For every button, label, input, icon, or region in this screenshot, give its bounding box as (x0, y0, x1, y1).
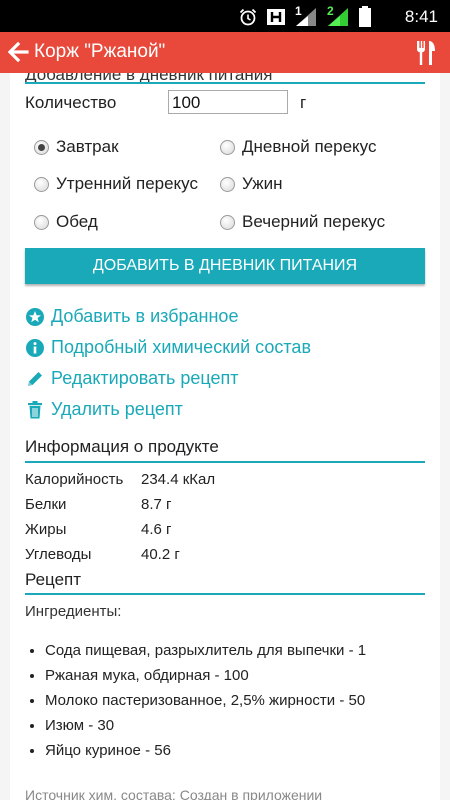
meal-label: Утренний перекус (56, 174, 198, 193)
meal-label: Ужин (242, 174, 283, 193)
chemical-composition-link[interactable]: Подробный химический состав (25, 337, 311, 358)
alarm-icon (239, 8, 257, 26)
ingredients-list: Сода пищевая, разрыхлитель для выпечки -… (25, 638, 366, 763)
sim1-label: 1 (295, 4, 302, 18)
star-circle-icon (26, 307, 44, 326)
radio-unselected-icon[interactable] (220, 214, 235, 230)
clock: 8:41 (404, 7, 438, 26)
list-item: Молоко пастеризованное, 2,5% жирности - … (45, 688, 366, 713)
screen-title: Корж "Ржаной" (34, 41, 166, 62)
nutrient-value: 234.4 кКал (141, 471, 216, 488)
list-item: Яйцо куриное - 56 (45, 738, 366, 763)
radio-unselected-icon[interactable] (220, 176, 235, 192)
sim2-label: 2 (327, 4, 334, 18)
meal-radio-dinner[interactable]: Ужин (220, 174, 283, 194)
meal-label: Вечерний перекус (242, 212, 386, 231)
nutrient-label: Жиры (25, 521, 67, 538)
radio-selected-icon[interactable] (34, 139, 49, 155)
ingredients-label: Ингредиенты: (25, 603, 122, 620)
meal-label: Завтрак (56, 137, 119, 156)
meal-radio-afternoon-snack[interactable]: Дневной перекус (220, 137, 376, 157)
meal-radio-lunch[interactable]: Обед (34, 212, 98, 232)
nutrient-label: Калорийность (25, 471, 124, 488)
nutrient-label: Белки (25, 496, 67, 513)
status-bar: 1 2 8:41 (0, 0, 450, 32)
list-item: Ржаная мука, обдирная - 100 (45, 663, 366, 688)
radio-unselected-icon[interactable] (34, 214, 49, 230)
h-network-icon (267, 9, 285, 25)
nutrient-label: Углеводы (25, 546, 92, 563)
nutrient-value: 8.7 г (141, 496, 172, 513)
back-arrow-icon[interactable] (6, 40, 30, 64)
info-circle-icon (26, 338, 44, 357)
meal-radio-evening-snack[interactable]: Вечерний перекус (220, 212, 385, 232)
trash-icon (28, 400, 42, 418)
signal-sim2-icon: 2 (326, 4, 350, 27)
quantity-label: Количество (25, 93, 117, 112)
meal-label: Обед (56, 212, 98, 231)
composition-source-text: Источник хим. состава: Создан в приложен… (25, 787, 323, 800)
list-item: Изюм - 30 (45, 713, 366, 738)
meal-label: Дневной перекус (242, 137, 377, 156)
edit-recipe-link[interactable]: Редактировать рецепт (25, 368, 238, 389)
signal-sim1-icon: 1 (294, 4, 318, 27)
nutrient-value: 4.6 г (141, 521, 172, 538)
meal-radio-morning-snack[interactable]: Утренний перекус (34, 174, 198, 194)
delete-recipe-link[interactable]: Удалить рецепт (25, 399, 183, 420)
radio-unselected-icon[interactable] (34, 176, 49, 192)
add-favorite-label: Добавить в избранное (51, 306, 239, 326)
list-item: Сода пищевая, разрыхлитель для выпечки -… (45, 638, 366, 663)
status-icons: 1 2 (238, 4, 372, 28)
nutrient-value: 40.2 г (141, 546, 180, 563)
delete-recipe-label: Удалить рецепт (51, 399, 183, 419)
quantity-unit: г (300, 93, 307, 112)
add-favorite-link[interactable]: Добавить в избранное (25, 306, 238, 327)
add-to-diary-button[interactable]: ДОБАВИТЬ В ДНЕВНИК ПИТАНИЯ (25, 248, 425, 284)
battery-icon (359, 6, 371, 27)
radio-unselected-icon[interactable] (220, 139, 235, 155)
quantity-input[interactable]: 100 (168, 90, 288, 114)
edit-recipe-label: Редактировать рецепт (51, 368, 239, 388)
fork-knife-icon[interactable] (414, 40, 438, 66)
product-info-divider (25, 461, 425, 463)
section-divider (25, 82, 425, 84)
product-info-title: Информация о продукте (25, 437, 219, 456)
recipe-title: Рецепт (25, 570, 82, 589)
chemical-composition-label: Подробный химический состав (51, 337, 312, 357)
meal-radio-breakfast[interactable]: Завтрак (34, 137, 119, 157)
app-bar: Корж "Ржаной" (0, 32, 450, 73)
content-card: Добавление в дневник питания Количество … (10, 73, 440, 800)
pencil-icon (28, 371, 42, 386)
recipe-divider (25, 593, 425, 595)
